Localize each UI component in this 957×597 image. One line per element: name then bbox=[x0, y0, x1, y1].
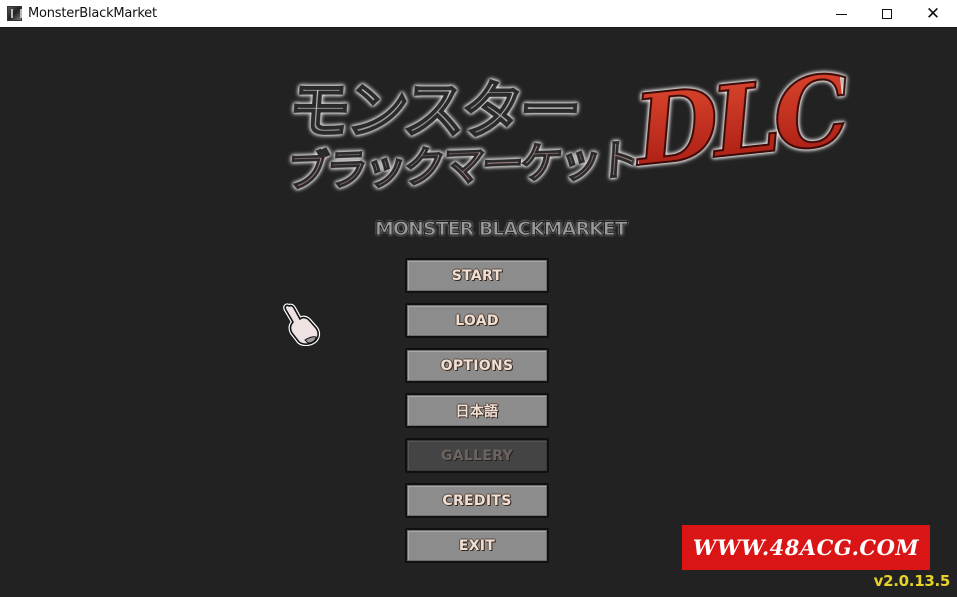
gallery-button: GALLERY bbox=[405, 438, 549, 473]
window-title: MonsterBlackMarket bbox=[28, 6, 157, 21]
window-titlebar: MonsterBlackMarket ✕ bbox=[0, 0, 957, 28]
minimize-button[interactable] bbox=[818, 0, 864, 28]
game-canvas: モンスター ブラックマーケット DLC MONSTER BLACKMARKET … bbox=[0, 28, 957, 597]
logo-japanese-title-line2: ブラックマーケット bbox=[284, 126, 640, 199]
credits-button[interactable]: CREDITS bbox=[405, 483, 549, 518]
logo-dlc-mark: DLC bbox=[629, 52, 851, 188]
options-button[interactable]: OPTIONS bbox=[405, 348, 549, 383]
pointing-hand-icon bbox=[283, 303, 321, 346]
app-icon bbox=[7, 6, 22, 21]
exit-button[interactable]: EXIT bbox=[405, 528, 549, 563]
start-button[interactable]: START bbox=[405, 258, 549, 293]
game-logo: モンスター ブラックマーケット DLC MONSTER BLACKMARKET bbox=[284, 52, 850, 245]
language-button[interactable]: 日本語 bbox=[405, 393, 549, 428]
maximize-button[interactable] bbox=[864, 0, 910, 28]
close-icon: ✕ bbox=[925, 3, 941, 24]
load-button[interactable]: LOAD bbox=[405, 303, 549, 338]
maximize-icon bbox=[882, 9, 892, 19]
logo-english-title: MONSTER BLACKMARKET bbox=[375, 218, 629, 241]
watermark-banner: WWW.48ACG.COM bbox=[682, 525, 930, 570]
close-button[interactable]: ✕ bbox=[910, 0, 956, 28]
version-label: v2.0.13.5 bbox=[873, 572, 951, 590]
minimize-icon bbox=[835, 13, 847, 15]
